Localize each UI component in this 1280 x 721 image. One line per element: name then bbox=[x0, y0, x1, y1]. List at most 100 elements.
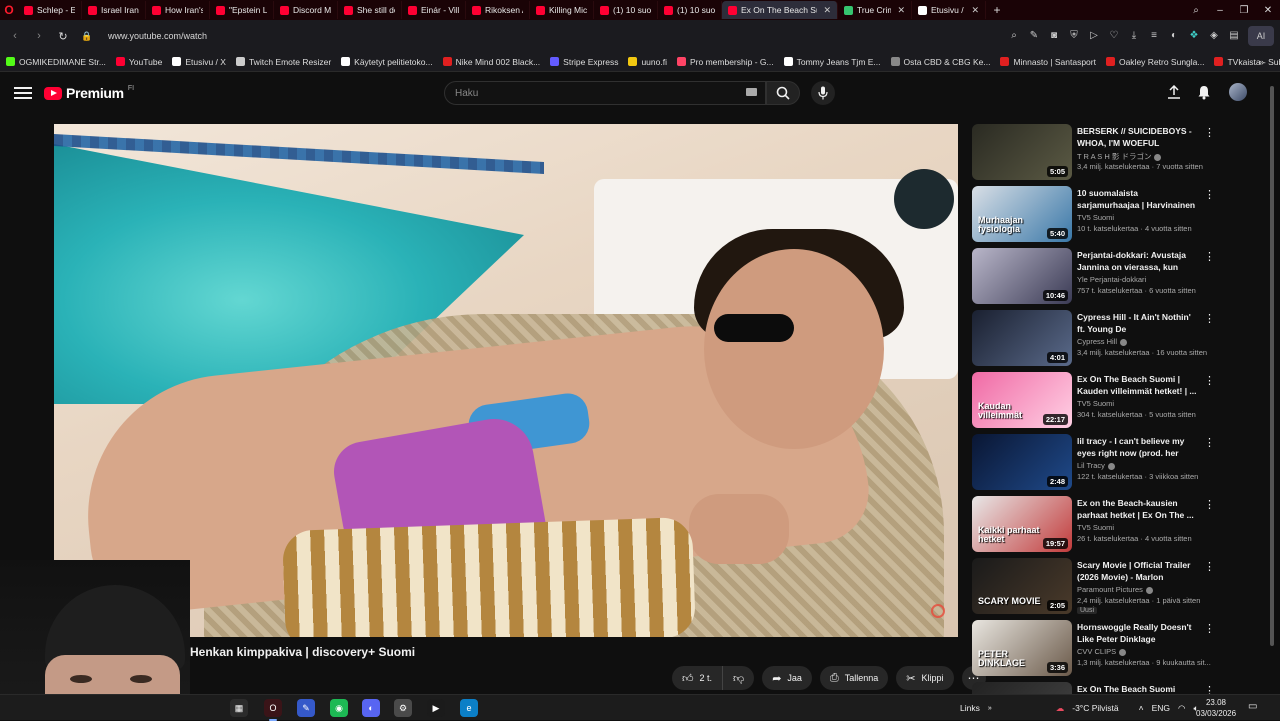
steam-icon[interactable]: ⚙ bbox=[394, 699, 412, 717]
download-icon[interactable]: ⤓ bbox=[1128, 30, 1140, 42]
sidebar-toggle-icon[interactable]: ▤ bbox=[1228, 30, 1240, 42]
browser-tab[interactable]: (1) 10 suomala bbox=[594, 1, 658, 19]
close-tab-icon[interactable]: ✕ bbox=[971, 5, 979, 16]
browser-tab[interactable]: "Epstein LIES" bbox=[210, 1, 274, 19]
more-options-icon[interactable]: ⋮ bbox=[1204, 126, 1215, 139]
recommendation-item[interactable]: SCARY MOVIE 2:05 Scary Movie | Official Tr… bbox=[972, 558, 1222, 616]
heart-icon[interactable]: ♡ bbox=[1108, 30, 1120, 42]
close-window-button[interactable]: ✕ bbox=[1256, 5, 1280, 16]
bookmark-item[interactable]: Nike Mind 002 Black... bbox=[442, 57, 540, 67]
video-thumbnail[interactable]: 5:05 bbox=[972, 124, 1072, 180]
video-thumbnail[interactable]: Murhaajan fysiologia 5:40 bbox=[972, 186, 1072, 242]
keyboard-icon[interactable] bbox=[746, 88, 757, 96]
bookmark-item[interactable]: YouTube bbox=[115, 57, 162, 67]
bookmark-item[interactable]: Käytetyt pelitietoko... bbox=[341, 57, 433, 67]
recommendation-title[interactable]: 10 suomalaista sarjamurhaajaa | Harvinai… bbox=[1077, 187, 1197, 211]
links-label[interactable]: Links bbox=[960, 703, 980, 713]
more-options-icon[interactable]: ⋮ bbox=[1204, 498, 1215, 511]
bookmark-item[interactable]: Twitch Emote Resizer bbox=[235, 57, 331, 67]
hamburger-menu-icon[interactable] bbox=[14, 84, 32, 102]
bookmark-item[interactable]: uuno.fi bbox=[628, 57, 667, 67]
menu-list-icon[interactable]: ≡ bbox=[1148, 30, 1160, 42]
close-tab-icon[interactable]: ✕ bbox=[897, 5, 905, 16]
more-options-icon[interactable]: ⋮ bbox=[1204, 250, 1215, 263]
recommendation-title[interactable]: Scary Movie | Official Trailer (2026 Mov… bbox=[1077, 559, 1197, 583]
recommendation-title[interactable]: lil tracy - I can't believe my eyes righ… bbox=[1077, 435, 1197, 459]
browser-tab[interactable]: Discord Moder bbox=[274, 1, 338, 19]
browser-tab[interactable]: Etusivu / X ✕ bbox=[912, 1, 986, 19]
recommendation-item[interactable]: Kaikki parhaat hetket 19:57 Ex on the Beac… bbox=[972, 496, 1222, 554]
more-options-icon[interactable]: ⋮ bbox=[1204, 560, 1215, 573]
bookmark-item[interactable]: OGMIKEDIMANE Str... bbox=[6, 57, 106, 67]
channel-name[interactable]: Yle Perjantai-dokkari bbox=[1077, 275, 1207, 284]
notes-icon[interactable]: ✎ bbox=[297, 699, 315, 717]
bookmark-item[interactable]: Minnasto | Santasport bbox=[1000, 57, 1096, 67]
channel-name[interactable]: CVV CLIPS bbox=[1077, 647, 1207, 656]
share-button[interactable]: ➦ Jaa bbox=[762, 666, 812, 690]
recommendation-item[interactable]: 2:48 lil tracy - I can't believe my eyes … bbox=[972, 434, 1222, 492]
video-thumbnail[interactable]: PETER DINKLAGE 3:36 bbox=[972, 620, 1072, 676]
edit-icon[interactable]: ✎ bbox=[1028, 30, 1040, 42]
weather-text[interactable]: -3°C Pilvistä bbox=[1072, 703, 1118, 713]
search-button[interactable] bbox=[766, 81, 800, 105]
bookmark-item[interactable]: Etusivu / X bbox=[172, 57, 226, 67]
recommendation-title[interactable]: Perjantai-dokkari: Avustaja Jannina on v… bbox=[1077, 249, 1197, 273]
channel-name[interactable]: TV5 Suomi bbox=[1077, 399, 1207, 408]
search-input[interactable]: Haku bbox=[444, 81, 766, 105]
recommendation-item[interactable]: Murhaajan fysiologia 5:40 10 suomalaista s… bbox=[972, 186, 1222, 244]
edge-icon[interactable]: e bbox=[460, 699, 478, 717]
extension-icon[interactable]: ❖ bbox=[1188, 30, 1200, 42]
browser-tab[interactable]: Schlep - EVERY bbox=[18, 1, 82, 19]
bookmark-item[interactable]: Osta CBD & CBG Ke... bbox=[890, 57, 990, 67]
more-options-icon[interactable]: ⋮ bbox=[1204, 374, 1215, 387]
channel-name[interactable]: T R A S H 影 ドラゴン bbox=[1077, 151, 1207, 162]
upload-icon[interactable] bbox=[1167, 84, 1181, 104]
browser-tab[interactable]: Ex On The Beach Suo ✕ bbox=[722, 1, 838, 19]
browser-tab[interactable]: Killing Michael bbox=[530, 1, 594, 19]
camera-icon[interactable]: ◙ bbox=[1048, 30, 1060, 42]
bookmark-item[interactable]: Pro membership - G... bbox=[676, 57, 774, 67]
save-button[interactable]: ⎙ Tallenna bbox=[819, 666, 889, 690]
discord-icon[interactable]: ◐ bbox=[362, 699, 380, 717]
wifi-icon[interactable]: ◠ bbox=[1178, 703, 1185, 714]
page-scrollbar[interactable] bbox=[1268, 76, 1276, 696]
bookmark-item[interactable]: Oakley Retro Sungla... bbox=[1105, 57, 1204, 67]
recommendation-item[interactable]: 4:01 Cypress Hill - It Ain't Nothin' ft. … bbox=[972, 310, 1222, 368]
chevron-up-icon[interactable]: ˄ bbox=[1139, 703, 1144, 713]
opera-logo-icon[interactable]: O bbox=[0, 0, 18, 20]
ai-button[interactable]: AI bbox=[1248, 26, 1274, 46]
user-avatar[interactable] bbox=[1229, 83, 1247, 101]
spotify-icon[interactable]: ◉ bbox=[330, 699, 348, 717]
video-thumbnail[interactable]: 4:01 bbox=[972, 310, 1072, 366]
more-options-icon[interactable]: ⋮ bbox=[1204, 188, 1215, 201]
shield-icon[interactable]: ⛨ bbox=[1068, 30, 1080, 42]
channel-name[interactable]: Paramount Pictures bbox=[1077, 585, 1207, 594]
notifications-bell-icon[interactable] bbox=[1197, 85, 1211, 105]
back-button[interactable]: ‹ bbox=[6, 30, 24, 42]
more-options-icon[interactable]: ⋮ bbox=[1204, 622, 1215, 635]
video-thumbnail[interactable]: 2:48 bbox=[972, 434, 1072, 490]
recommendation-item[interactable]: 5:05 BERSERK // SUICIDEBOYS - WHOA, I'M W… bbox=[972, 124, 1222, 182]
recommendation-item[interactable]: PETER DINKLAGE 3:36 Hornswoggle Really Doe… bbox=[972, 620, 1222, 678]
browser-tab[interactable]: Einár - Vill va m bbox=[402, 1, 466, 19]
minimize-button[interactable]: – bbox=[1208, 5, 1232, 16]
recommendation-title[interactable]: Cypress Hill - It Ain't Nothin' ft. Youn… bbox=[1077, 311, 1197, 335]
bookmark-item[interactable]: Stripe Express bbox=[550, 57, 618, 67]
browser-tab[interactable]: Israel Iran War I bbox=[82, 1, 146, 19]
lock-icon[interactable]: 🔒 bbox=[78, 31, 96, 42]
recommendation-title[interactable]: Ex on the Beach-kausien parhaat hetket |… bbox=[1077, 497, 1197, 521]
like-button[interactable]: 👍︎ 2 t. bbox=[672, 666, 724, 690]
language-indicator[interactable]: ENG bbox=[1152, 703, 1170, 713]
play-icon[interactable]: ▷ bbox=[1088, 30, 1100, 42]
cube-icon[interactable]: ◈ bbox=[1208, 30, 1220, 42]
recommendation-item[interactable]: Kaudan villeimmät 22:17 Ex On The Beach Su… bbox=[972, 372, 1222, 430]
recommendation-title[interactable]: Hornswoggle Really Doesn't Like Peter Di… bbox=[1077, 621, 1197, 645]
recommendation-title[interactable]: Ex On The Beach Suomi | Kauden villeimmä… bbox=[1077, 373, 1197, 397]
more-options-icon[interactable]: ⋮ bbox=[1204, 312, 1215, 325]
video-thumbnail[interactable]: SCARY MOVIE 2:05 bbox=[972, 558, 1072, 614]
browser-tab[interactable]: Rikoksen Anat bbox=[466, 1, 530, 19]
browser-tab[interactable]: (1) 10 suomala bbox=[658, 1, 722, 19]
recommendation-title[interactable]: BERSERK // SUICIDEBOYS - WHOA, I'M WOEFU… bbox=[1077, 125, 1197, 149]
channel-name[interactable]: Lil Tracy bbox=[1077, 461, 1207, 470]
close-tab-icon[interactable]: ✕ bbox=[823, 5, 831, 16]
